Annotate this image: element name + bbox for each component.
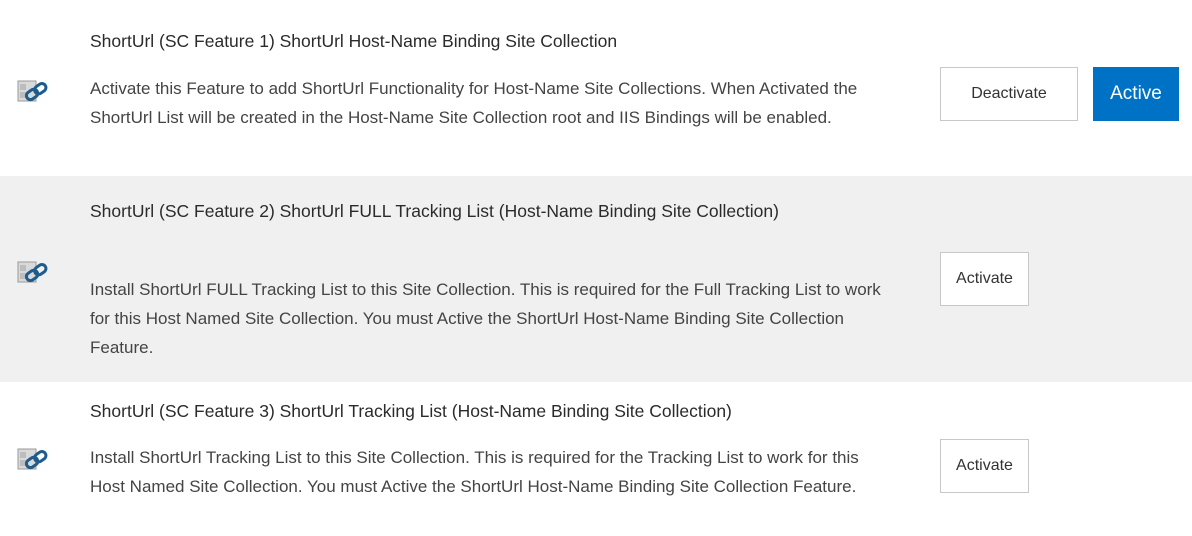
feature-link-icon — [17, 448, 49, 470]
feature-link-icon-graphic — [17, 448, 48, 470]
feature-row-3: ShortUrl (SC Feature 3) ShortUrl Trackin… — [0, 382, 1192, 536]
feature-link-icon-graphic — [17, 261, 48, 283]
feature-title: ShortUrl (SC Feature 1) ShortUrl Host-Na… — [90, 31, 618, 51]
activate-button[interactable]: Activate — [940, 439, 1029, 493]
feature-description: Install ShortUrl FULL Tracking List to t… — [90, 280, 881, 357]
feature-description: Install ShortUrl Tracking List to this S… — [90, 448, 859, 496]
feature-link-icon-graphic — [17, 80, 48, 102]
feature-description: Activate this Feature to add ShortUrl Fu… — [90, 79, 858, 127]
activate-button[interactable]: Activate — [940, 252, 1029, 306]
feature-title: ShortUrl (SC Feature 2) ShortUrl FULL Tr… — [90, 201, 779, 221]
feature-link-icon — [17, 261, 49, 283]
deactivate-button[interactable]: Deactivate — [940, 67, 1078, 121]
feature-row-2: ShortUrl (SC Feature 2) ShortUrl FULL Tr… — [0, 176, 1192, 382]
feature-list: ShortUrl (SC Feature 1) ShortUrl Host-Na… — [0, 0, 1192, 536]
feature-row-1: ShortUrl (SC Feature 1) ShortUrl Host-Na… — [0, 0, 1192, 176]
active-status-button[interactable]: Active — [1093, 67, 1179, 121]
feature-title: ShortUrl (SC Feature 3) ShortUrl Trackin… — [90, 401, 732, 421]
feature-link-icon — [17, 80, 49, 102]
